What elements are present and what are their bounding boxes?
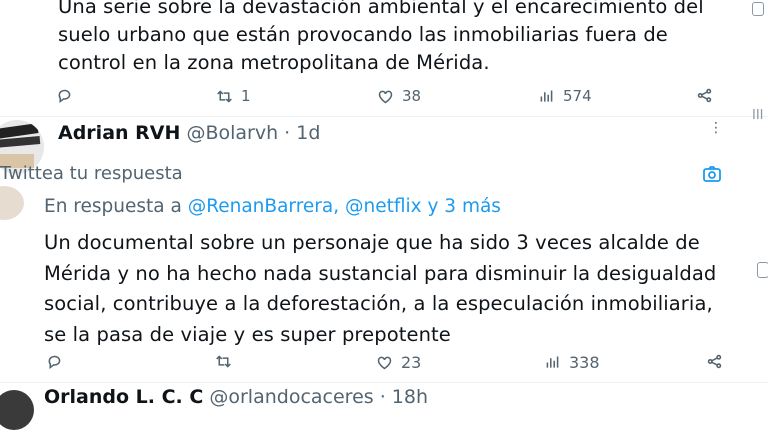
like-count: 38 (402, 87, 422, 105)
like-button[interactable]: 38 (377, 87, 421, 105)
author-handle[interactable]: @Bolarvh (186, 122, 278, 144)
retweet-button[interactable]: 1 (216, 87, 251, 105)
reply-compose-input[interactable]: Twittea tu respuesta (0, 163, 183, 184)
divider (0, 382, 768, 383)
retweet-icon (217, 89, 232, 103)
views-button[interactable]: 574 (538, 87, 592, 105)
scroll-mark: III (752, 108, 764, 123)
views-icon (540, 90, 553, 102)
replying-to-users[interactable]: @RenanBarrera, @netflix y 3 más (188, 196, 501, 217)
next-author-name[interactable]: Orlando L. C. C (44, 386, 203, 408)
views-icon (546, 356, 559, 368)
share-icon (697, 88, 712, 103)
next-tweet-header: Orlando L. C. C @orlandocaceres · 18h (44, 386, 428, 408)
retweet-count: 1 (241, 87, 251, 105)
checkbox-icon (752, 2, 764, 16)
reply-icon (58, 89, 71, 103)
views-button[interactable]: 338 (544, 353, 600, 372)
share-icon (707, 354, 722, 369)
reply-tweet-text: Un documental sobre un personaje que ha … (44, 228, 744, 350)
scroll-mark (757, 262, 768, 278)
camera-icon[interactable] (702, 164, 722, 188)
divider (0, 116, 768, 117)
author-name[interactable]: Adrian RVH (58, 122, 180, 144)
heart-icon (377, 356, 392, 370)
more-dots-icon[interactable]: ⋮ (709, 121, 723, 142)
tweet-line: social, contribuye a la deforestación, a… (44, 292, 713, 315)
share-button[interactable] (696, 87, 713, 104)
like-button[interactable]: 23 (376, 353, 421, 372)
heart-icon (378, 90, 393, 103)
retweet-button[interactable] (215, 353, 232, 370)
tweet-line: suelo urbano que están provocando las in… (58, 23, 668, 46)
tweet-line: Mérida y no ha hecho nada sustancial par… (44, 261, 717, 285)
next-avatar[interactable] (0, 390, 34, 430)
reply-icon (48, 355, 61, 369)
retweet-icon (216, 355, 231, 368)
tweet-line: Un documental sobre un personaje que ha … (44, 231, 700, 254)
replying-to-prefix: En respuesta a (44, 196, 182, 217)
views-count: 338 (569, 353, 600, 372)
next-author-handle[interactable]: @orlandocaceres (209, 386, 373, 408)
views-count: 574 (563, 87, 592, 105)
next-tweet-time[interactable]: · 18h (380, 386, 428, 408)
top-tweet-text: Una serie sobre la devastación ambiental… (58, 0, 738, 77)
share-button[interactable] (706, 353, 723, 370)
tweet-line: control en la zona metropolitana de Méri… (58, 51, 490, 74)
reply-button[interactable] (46, 353, 63, 370)
replying-to: En respuesta a @RenanBarrera, @netflix y… (44, 196, 501, 217)
tweet-line: Una serie sobre la devastación ambiental… (58, 0, 704, 18)
reply-button[interactable] (56, 87, 73, 104)
tweet-time[interactable]: · 1d (284, 122, 320, 144)
compose-avatar (0, 186, 24, 220)
tweet-header: Adrian RVH @Bolarvh · 1d (58, 122, 320, 144)
like-count: 23 (401, 353, 422, 372)
tweet-line: se la pasa de viaje y es super prepotent… (44, 322, 451, 346)
